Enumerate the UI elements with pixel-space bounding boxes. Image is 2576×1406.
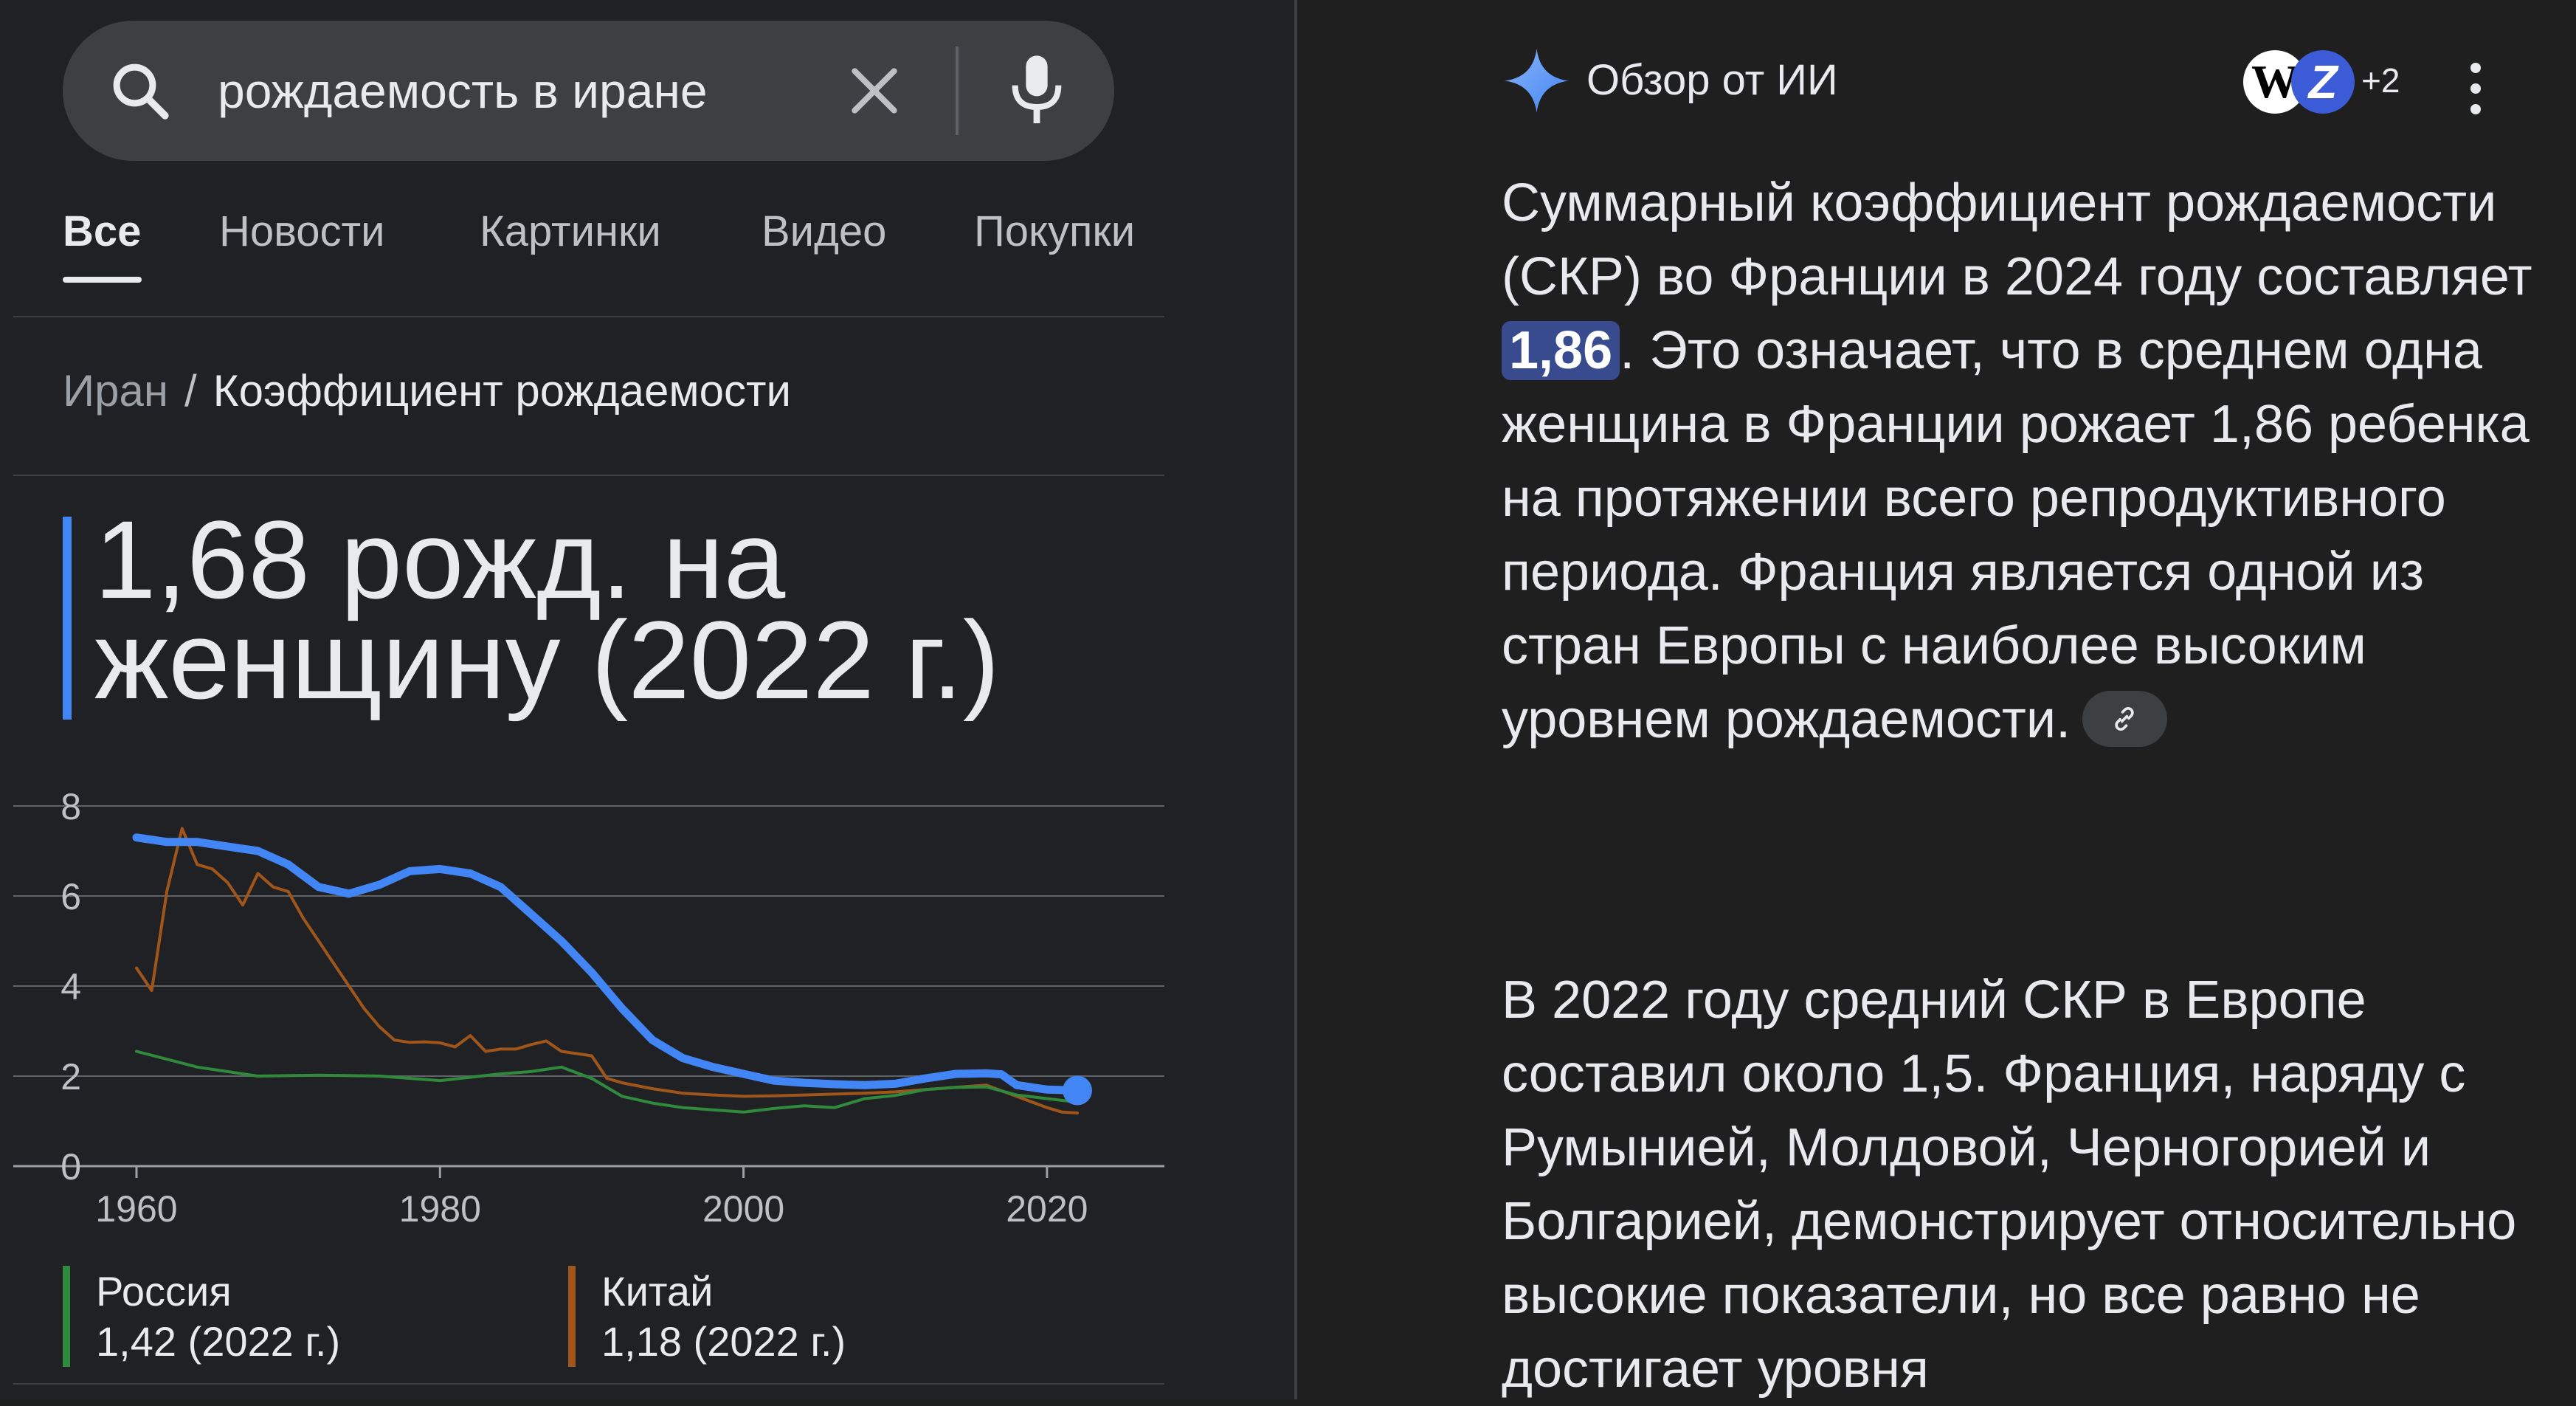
source-link-button[interactable]	[2082, 690, 2168, 747]
x-tick-label: 2020	[1006, 1188, 1088, 1230]
y-tick-label: 6	[61, 876, 81, 917]
tab-active-indicator	[63, 277, 142, 283]
source-z-icon[interactable]: Z	[2291, 50, 2355, 114]
ai-sparkle-icon	[1504, 48, 1570, 114]
tab-images[interactable]: Картинки	[480, 207, 661, 256]
tab-news[interactable]: Новости	[219, 207, 385, 256]
ai-paragraph-1: Суммарный коэффициент рождаемости (СКР) …	[1502, 166, 2549, 757]
breadcrumb-page: Коэффициент рождаемости	[213, 366, 791, 416]
y-tick-label: 0	[61, 1146, 81, 1188]
fertility-chart[interactable]: 0 2 4 6 8 1960 1980 2000 2020	[0, 775, 1181, 1247]
ai-paragraph-1-end: . Это означает, что в среднем одна женщи…	[1502, 321, 2530, 749]
ai-paragraph-1-start: Суммарный коэффициент рождаемости (СКР) …	[1502, 173, 2532, 306]
close-icon[interactable]	[845, 61, 904, 120]
ai-overview-title: Обзор от ИИ	[1586, 56, 1838, 104]
series-endpoint-iran	[1063, 1075, 1092, 1106]
legend-russia-value: 1,42 (2022 г.)	[96, 1318, 341, 1365]
more-options-icon[interactable]	[2468, 63, 2483, 114]
legend-china-value: 1,18 (2022 г.)	[601, 1318, 846, 1365]
x-tick-label: 1980	[399, 1188, 481, 1230]
link-icon	[2115, 706, 2134, 731]
tabs-divider	[13, 316, 1164, 317]
y-tick-label: 8	[61, 786, 81, 827]
legend-russia-name: Россия	[96, 1268, 232, 1314]
search-divider	[956, 46, 959, 135]
tab-all[interactable]: Все	[63, 207, 141, 256]
ai-paragraph-2: В 2022 году средний СКР в Европе состави…	[1502, 971, 2517, 1399]
search-icon[interactable]	[107, 58, 173, 124]
x-tick-label: 1960	[95, 1188, 177, 1230]
y-tick-label: 2	[61, 1056, 81, 1097]
tab-videos[interactable]: Видео	[762, 207, 886, 256]
panel-divider	[1294, 0, 1297, 1399]
headline-value: 1,68 рожд. на женщину (2022 г.)	[94, 497, 1000, 722]
legend-china-swatch	[568, 1266, 576, 1367]
x-tick-label: 2000	[702, 1188, 784, 1230]
sources-more-count[interactable]: +2	[2361, 61, 2400, 100]
breadcrumb: Иран / Коэффициент рождаемости	[63, 365, 791, 416]
breadcrumb-separator: /	[184, 366, 197, 416]
y-tick-label: 4	[61, 966, 81, 1007]
series-line-china	[135, 827, 1079, 1114]
search-bar[interactable]: рождаемость в иране	[63, 21, 1114, 161]
search-input[interactable]: рождаемость в иране	[218, 21, 708, 161]
headline-accent-bar	[63, 517, 72, 720]
highlighted-value: 1,86	[1502, 321, 1620, 380]
series-line-iran	[132, 833, 1082, 1095]
microphone-icon[interactable]	[1004, 50, 1070, 131]
legend-russia-swatch	[63, 1266, 70, 1367]
series-line-russia	[135, 1050, 1079, 1114]
legend-china-name: Китай	[601, 1268, 714, 1314]
legend-divider	[13, 1383, 1164, 1385]
tab-shopping[interactable]: Покупки	[974, 207, 1135, 256]
breadcrumb-country[interactable]: Иран	[63, 366, 168, 416]
breadcrumb-divider	[13, 475, 1164, 476]
